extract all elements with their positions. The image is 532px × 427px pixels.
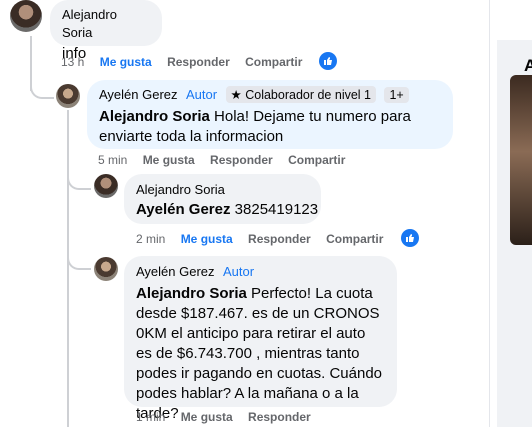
mention[interactable]: Alejandro Soria bbox=[99, 108, 210, 125]
comment-text-body: Perfecto! La cuota desde $187.467. es de… bbox=[136, 285, 383, 422]
comment-bubble: Ayelén Gerez Autor Alejandro Soria Perfe… bbox=[124, 256, 397, 422]
share-button[interactable]: Compartir bbox=[326, 232, 383, 246]
reply-button[interactable]: Responder bbox=[248, 232, 311, 246]
reply-button[interactable]: Responder bbox=[210, 153, 273, 167]
avatar[interactable] bbox=[94, 257, 118, 281]
comment-time[interactable]: 13 h bbox=[61, 55, 84, 69]
mention[interactable]: Ayelén Gerez bbox=[136, 201, 231, 218]
story-card[interactable] bbox=[510, 75, 532, 245]
comment-text: Alejandro Soria Perfecto! La cuota desde… bbox=[136, 284, 385, 424]
comment-actions: 13 h Me gusta Responder Compartir bbox=[61, 55, 302, 69]
like-reaction-icon[interactable] bbox=[401, 229, 419, 247]
mention[interactable]: Alejandro Soria bbox=[136, 285, 247, 302]
thread-connector bbox=[30, 75, 54, 99]
comment-author[interactable]: Alejandro Soria bbox=[62, 7, 117, 40]
comment-actions: 1 min Me gusta Responder bbox=[136, 410, 311, 424]
like-button[interactable]: Me gusta bbox=[100, 55, 152, 69]
comment-time[interactable]: 5 min bbox=[98, 153, 127, 167]
panel-divider bbox=[489, 0, 490, 427]
comment-text: Ayelén Gerez 3825419123 bbox=[136, 200, 318, 220]
author-tag: Autor bbox=[222, 264, 255, 279]
comment-actions: 2 min Me gusta Responder Compartir bbox=[136, 232, 383, 246]
like-reaction-icon[interactable] bbox=[319, 52, 337, 70]
star-icon: ★ bbox=[230, 88, 242, 102]
comment-text: Alejandro Soria Hola! Dejame tu numero p… bbox=[99, 107, 441, 147]
comment-bubble-highlighted: Ayelén Gerez Autor ★ Colaborador de nive… bbox=[87, 80, 453, 149]
comment-bubble: Alejandro Soria Ayelén Gerez 3825419123 bbox=[124, 174, 321, 224]
reply-button[interactable]: Responder bbox=[167, 55, 230, 69]
comment-text-body: 3825419123 bbox=[230, 201, 319, 218]
avatar[interactable] bbox=[94, 174, 118, 198]
sidepanel-heading: A bbox=[524, 56, 532, 75]
reply-button[interactable]: Responder bbox=[248, 410, 311, 424]
comment-header: Ayelén Gerez Autor bbox=[136, 263, 385, 281]
share-button[interactable]: Compartir bbox=[245, 55, 302, 69]
story-thumbnail bbox=[510, 75, 532, 245]
like-button[interactable]: Me gusta bbox=[143, 153, 195, 167]
thread-connector bbox=[67, 248, 91, 270]
comment-author[interactable]: Alejandro Soria bbox=[136, 182, 225, 197]
avatar[interactable] bbox=[10, 0, 42, 32]
comment-actions: 5 min Me gusta Responder Compartir bbox=[98, 153, 345, 167]
share-button[interactable]: Compartir bbox=[288, 153, 345, 167]
avatar[interactable] bbox=[56, 84, 80, 108]
comment-time[interactable]: 1 min bbox=[136, 410, 165, 424]
badge-label: Colaborador de nivel 1 bbox=[245, 88, 371, 102]
comment-bubble: Alejandro Soria info bbox=[50, 0, 162, 62]
comment-time[interactable]: 2 min bbox=[136, 232, 165, 246]
like-button[interactable]: Me gusta bbox=[181, 410, 233, 424]
thread-line bbox=[67, 110, 69, 427]
comment-author[interactable]: Ayelén Gerez bbox=[136, 264, 215, 279]
like-button[interactable]: Me gusta bbox=[181, 232, 233, 246]
contributor-badge[interactable]: ★ Colaborador de nivel 1 bbox=[225, 86, 376, 103]
author-tag: Autor bbox=[185, 87, 218, 102]
thread-connector bbox=[67, 168, 91, 190]
comment-author[interactable]: Ayelén Gerez bbox=[99, 87, 178, 102]
comment-header: Ayelén Gerez Autor ★ Colaborador de nive… bbox=[99, 86, 441, 104]
badge-count[interactable]: 1+ bbox=[384, 87, 409, 103]
